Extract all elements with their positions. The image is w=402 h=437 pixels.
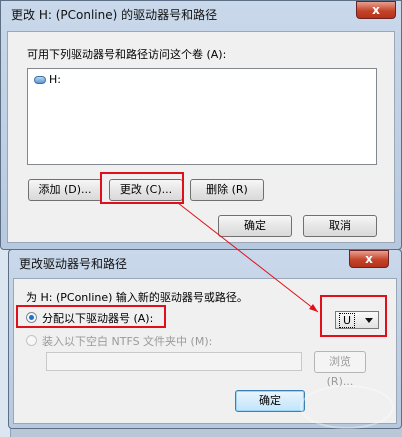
dialog1-instruction: 可用下列驱动器号和路径访问这个卷 (A): (27, 48, 227, 61)
delete-button[interactable]: 删除 (R) (190, 179, 264, 201)
drive-icon (34, 76, 46, 84)
assign-letter-highlight (16, 305, 166, 328)
close-icon: x (372, 3, 380, 17)
drive-path-list[interactable]: H: (27, 68, 377, 165)
dialog2-title: 更改驱动器号和路径 (19, 257, 128, 271)
change-button-highlight (100, 172, 184, 204)
dialog1-ok-button[interactable]: 确定 (218, 215, 292, 237)
assign-drive-letter-dialog: 更改驱动器号和路径 x 为 H: (PConline) 输入新的驱动器号或路径。… (8, 249, 402, 429)
add-button[interactable]: 添加 (D)... (28, 179, 102, 201)
dialog2-instruction: 为 H: (PConline) 输入新的驱动器号或路径。 (26, 291, 248, 304)
dialog2-ok-button[interactable]: 确定 (235, 390, 305, 412)
dialog2-close-button[interactable]: x (349, 250, 389, 268)
mount-folder-path-input[interactable] (46, 352, 302, 371)
close-icon: x (365, 252, 373, 266)
dialog1-close-button[interactable]: x (356, 1, 396, 19)
list-item-label: H: (49, 73, 61, 86)
dialog1-client: 可用下列驱动器号和路径访问这个卷 (A): H: 添加 (D)... 更改 (C… (7, 31, 395, 243)
drive-letter-highlight (320, 295, 387, 337)
mount-folder-radio[interactable] (26, 335, 37, 346)
mount-folder-label[interactable]: 装入以下空白 NTFS 文件夹中 (M): (42, 333, 212, 349)
dialog1-title: 更改 H: (PConline) 的驱动器号和路径 (11, 8, 218, 22)
change-drive-letter-dialog: 更改 H: (PConline) 的驱动器号和路径 x 可用下列驱动器号和路径访… (0, 0, 402, 250)
browse-button[interactable]: 浏览 (R)... (314, 351, 366, 388)
list-item[interactable]: H: (31, 73, 61, 87)
dialog1-cancel-button[interactable]: 取消 (303, 215, 377, 237)
